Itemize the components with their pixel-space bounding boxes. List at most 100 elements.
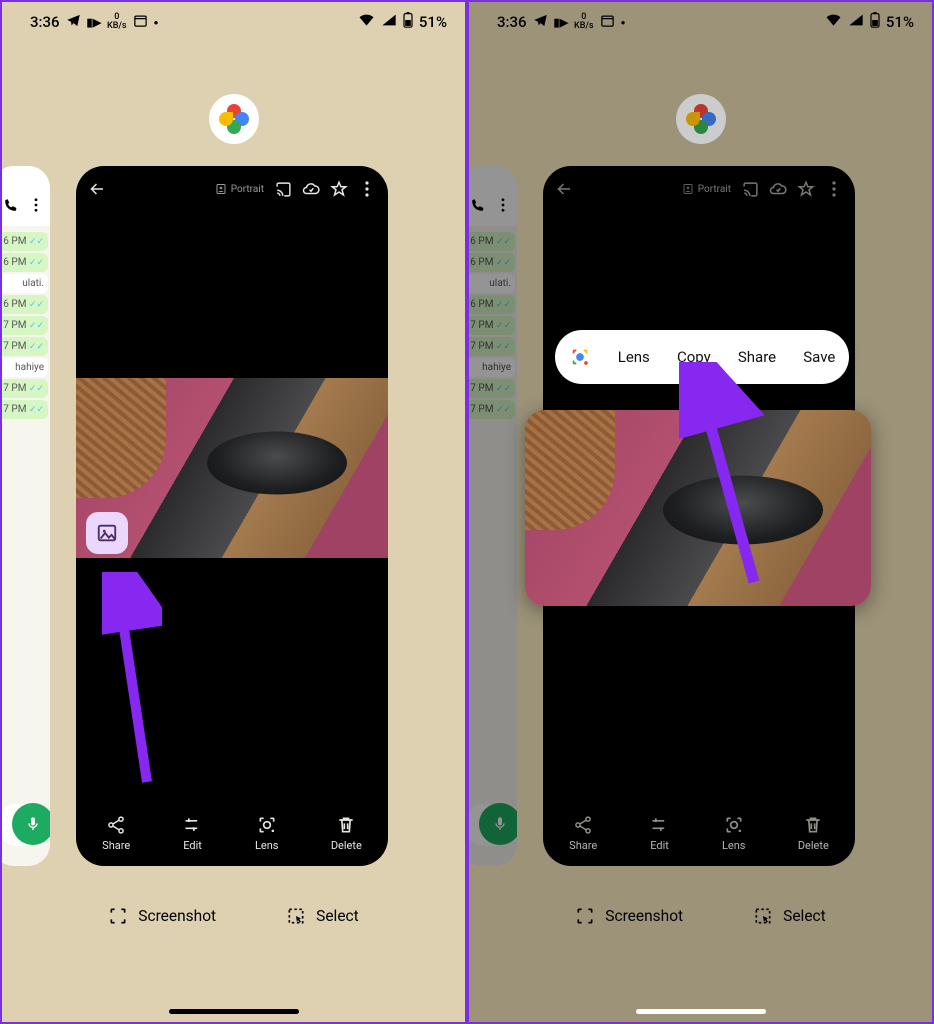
list-item: 7 PM ✓✓ <box>0 316 48 335</box>
trash-icon <box>336 815 356 835</box>
star-icon[interactable] <box>797 180 815 198</box>
lens-button[interactable]: Lens <box>722 815 746 852</box>
google-photos-app-icon[interactable] <box>676 94 726 144</box>
extracted-image-preview[interactable] <box>525 410 871 606</box>
list-item: 7 PM ✓✓ <box>467 400 515 419</box>
google-lens-icon <box>569 346 591 368</box>
cloud-icon[interactable] <box>769 180 787 198</box>
list-item: hahiye <box>467 358 515 377</box>
wifi-icon <box>825 13 842 31</box>
edit-label: Edit <box>183 839 202 852</box>
popup-lens-button[interactable]: Lens <box>618 348 650 366</box>
whatsapp-messages: 6 PM ✓✓ 6 PM ✓✓ ulati. 6 PM ✓✓ 7 PM ✓✓ 7… <box>0 226 50 425</box>
list-item: 7 PM ✓✓ <box>467 316 515 335</box>
portrait-icon <box>215 183 227 195</box>
portrait-chip[interactable]: Portrait <box>215 183 264 195</box>
edit-icon <box>650 815 670 835</box>
list-item: 7 PM ✓✓ <box>0 379 48 398</box>
select-button[interactable]: Select <box>286 906 359 926</box>
share-button[interactable]: Share <box>102 815 130 852</box>
more-icon[interactable] <box>825 180 843 198</box>
signal-icon <box>848 13 864 31</box>
popup-copy-button[interactable]: Copy <box>677 348 711 366</box>
phone-icon <box>4 198 18 212</box>
list-item: 7 PM ✓✓ <box>467 337 515 356</box>
list-item: 7 PM ✓✓ <box>0 337 48 356</box>
network-speed: 0KB/s <box>107 13 127 31</box>
list-item: 6 PM ✓✓ <box>0 232 48 251</box>
photo-bottom-actions: Share Edit Lens Delete <box>76 815 388 852</box>
cast-icon[interactable] <box>274 180 292 198</box>
screenshot-button[interactable]: Screenshot <box>108 906 216 926</box>
battery-text: 51% <box>419 13 447 31</box>
photo-device-region <box>663 476 823 545</box>
delete-button[interactable]: Delete <box>331 815 362 852</box>
google-photos-recent-card[interactable]: Portrait <box>76 166 388 866</box>
clock: 3:36 <box>497 13 527 31</box>
lens-button[interactable]: Lens <box>255 815 279 852</box>
whatsapp-header <box>467 166 517 226</box>
nav-handle[interactable] <box>636 1009 766 1014</box>
list-item: 6 PM ✓✓ <box>467 232 515 251</box>
whatsapp-mic-button[interactable] <box>479 803 517 845</box>
mic-icon <box>25 816 41 832</box>
whatsapp-recent-card[interactable]: 6 PM ✓✓ 6 PM ✓✓ ulati. 6 PM ✓✓ 7 PM ✓✓ 7… <box>467 166 517 866</box>
nav-handle[interactable] <box>169 1009 299 1014</box>
photo-content[interactable] <box>76 378 388 558</box>
calendar-icon <box>600 13 615 32</box>
status-bar: 3:36 ▮▶ 0KB/s ● 51% <box>469 2 932 36</box>
delete-button[interactable]: Delete <box>798 815 829 852</box>
telegram-icon <box>66 13 81 32</box>
share-label: Share <box>102 839 130 852</box>
screenshot-left: 3:36 ▮▶ 0KB/s ● 51% <box>0 0 467 1024</box>
battery-icon <box>870 12 880 32</box>
cloud-icon[interactable] <box>302 180 320 198</box>
screenshot-label: Screenshot <box>605 907 683 925</box>
screenshot-button[interactable]: Screenshot <box>575 906 683 926</box>
share-button[interactable]: Share <box>569 815 597 852</box>
select-label: Select <box>316 907 359 925</box>
whatsapp-mic-button[interactable] <box>12 803 50 845</box>
image-icon <box>96 522 118 544</box>
image-picker-button[interactable] <box>86 512 128 554</box>
edit-icon <box>183 815 203 835</box>
back-icon[interactable] <box>555 180 573 198</box>
portrait-label: Portrait <box>231 184 264 195</box>
list-item: ulati. <box>467 274 515 293</box>
more-icon[interactable] <box>358 180 376 198</box>
phone-icon <box>471 198 485 212</box>
portrait-chip[interactable]: Portrait <box>682 183 731 195</box>
photos-logo-icon <box>219 104 249 134</box>
battery-icon <box>403 12 413 32</box>
screenshot-right: 3:36 ▮▶ 0KB/s ● 51% 6 PM ✓✓ 6 PM ✓✓ ulat… <box>467 0 934 1024</box>
whatsapp-recent-card[interactable]: 6 PM ✓✓ 6 PM ✓✓ ulati. 6 PM ✓✓ 7 PM ✓✓ 7… <box>0 166 50 866</box>
select-button[interactable]: Select <box>753 906 826 926</box>
recents-actions: Screenshot Select <box>2 906 465 926</box>
whatsapp-header <box>0 166 50 226</box>
edit-button[interactable]: Edit <box>183 815 203 852</box>
star-icon[interactable] <box>330 180 348 198</box>
back-icon[interactable] <box>88 180 106 198</box>
mic-icon <box>492 816 508 832</box>
edit-button[interactable]: Edit <box>650 815 670 852</box>
list-item: 6 PM ✓✓ <box>467 295 515 314</box>
status-right: 51% <box>825 12 914 32</box>
more-icon <box>34 198 38 212</box>
status-bar: 3:36 ▮▶ 0KB/s ● 51% <box>2 2 465 36</box>
cast-icon[interactable] <box>741 180 759 198</box>
select-icon <box>753 906 773 926</box>
photo-basket-region <box>76 378 166 498</box>
list-item: 7 PM ✓✓ <box>0 400 48 419</box>
delete-label: Delete <box>331 839 362 852</box>
popup-save-button[interactable]: Save <box>803 348 835 366</box>
google-photos-app-icon[interactable] <box>209 94 259 144</box>
list-item: 6 PM ✓✓ <box>467 253 515 272</box>
recents-actions: Screenshot Select <box>469 906 932 926</box>
status-left: 3:36 ▮▶ 0KB/s ● <box>30 13 158 32</box>
popup-share-button[interactable]: Share <box>738 348 776 366</box>
list-item: 7 PM ✓✓ <box>467 379 515 398</box>
image-action-popup: Lens Copy Share Save <box>555 330 849 384</box>
photo-bottom-actions: Share Edit Lens Delete <box>543 815 855 852</box>
edit-label: Edit <box>650 839 669 852</box>
battery-text: 51% <box>886 13 914 31</box>
